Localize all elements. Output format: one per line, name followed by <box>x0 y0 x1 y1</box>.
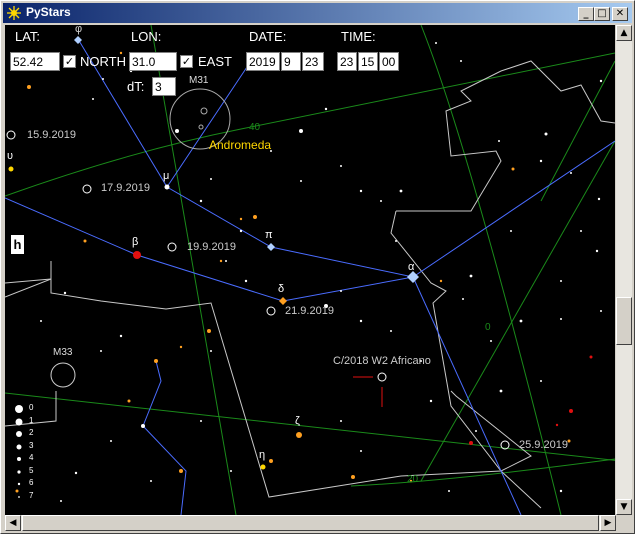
date-month-input[interactable] <box>281 52 301 71</box>
lon-input[interactable] <box>129 52 177 71</box>
m110-marker <box>198 124 204 130</box>
scroll-right-button[interactable]: ▶ <box>600 515 616 531</box>
dt-input[interactable] <box>152 77 176 96</box>
date-label: DATE: <box>249 29 287 44</box>
lat-label: LAT: <box>15 29 41 44</box>
label-alpha: α <box>408 261 415 273</box>
star-delta[interactable] <box>279 297 287 305</box>
grid-label-0: 0 <box>485 322 491 333</box>
h-button[interactable]: h <box>11 235 24 254</box>
label-comet: C/2018 W2 Africano <box>333 355 431 367</box>
north-checkbox[interactable]: ✓ <box>63 55 76 68</box>
date-21-9: 21.9.2019 <box>285 305 334 317</box>
horizontal-scroll-thumb[interactable] <box>22 515 599 531</box>
mag-5: 5 <box>29 466 34 475</box>
red-stars <box>469 355 593 445</box>
time-hour-input[interactable] <box>337 52 357 71</box>
grid-label-20: 20 <box>407 474 419 485</box>
dt-label: dT: <box>127 79 145 94</box>
label-beta: β <box>132 236 139 248</box>
maximize-button[interactable]: □ <box>594 7 610 21</box>
sky-map[interactable]: φ μ β π α δ ζ η υ M31 Andromeda M33 15.9… <box>5 25 615 515</box>
scroll-left-button[interactable]: ◀ <box>5 515 21 531</box>
east-label: EAST <box>198 54 232 69</box>
field-stars <box>20 42 603 502</box>
label-mu: μ <box>163 170 170 182</box>
time-second-input[interactable] <box>379 52 399 71</box>
date-day-input[interactable] <box>302 52 324 71</box>
date-19-9: 19.9.2019 <box>187 241 236 253</box>
mag-4: 4 <box>29 453 34 462</box>
magnitude-legend-dots <box>15 405 23 498</box>
date-year-input[interactable] <box>246 52 280 71</box>
star-pi[interactable] <box>267 243 275 251</box>
mag-6: 6 <box>29 478 34 487</box>
lat-input[interactable] <box>10 52 60 71</box>
star-mu[interactable] <box>164 184 170 190</box>
label-zeta: ζ <box>295 415 300 427</box>
label-upsilon: υ <box>7 150 14 162</box>
label-pi: π <box>265 229 273 241</box>
date-25-9: 25.9.2019 <box>519 439 568 451</box>
date-15-9: 15.9.2019 <box>27 129 76 141</box>
label-phi: φ <box>75 25 83 35</box>
vertical-scroll-thumb[interactable] <box>616 297 632 345</box>
mag-0: 0 <box>29 403 34 412</box>
north-label: NORTH <box>80 54 126 69</box>
east-checkbox[interactable]: ✓ <box>180 55 193 68</box>
close-button[interactable]: ✕ <box>612 7 628 21</box>
time-label: TIME: <box>341 29 376 44</box>
label-delta: δ <box>278 283 285 295</box>
horizontal-scrollbar[interactable]: ◀ ▶ <box>5 515 616 531</box>
pystars-window: PyStars _ □ ✕ φ μ β π α δ ζ η υ M31 Andr… <box>0 0 635 534</box>
scroll-down-button[interactable]: ▼ <box>616 499 632 515</box>
m33-outline[interactable] <box>50 362 76 388</box>
title-bar[interactable]: PyStars _ □ ✕ <box>3 3 632 23</box>
mag-2: 2 <box>29 428 34 437</box>
label-m33: M33 <box>53 347 73 358</box>
lon-label: LON: <box>131 29 162 44</box>
time-minute-input[interactable] <box>358 52 378 71</box>
label-eta: η <box>259 449 266 461</box>
window-title: PyStars <box>26 5 71 19</box>
scrollbar-corner <box>616 515 632 531</box>
label-andromeda: Andromeda <box>209 138 272 152</box>
minimize-button[interactable]: _ <box>578 7 594 21</box>
date-17-9: 17.9.2019 <box>101 182 150 194</box>
star-zeta[interactable] <box>296 432 302 438</box>
vertical-scrollbar[interactable]: ▲ ▼ <box>616 25 632 515</box>
label-m31: M31 <box>189 75 209 86</box>
orange-stars <box>15 51 571 493</box>
grid-label-40: 40 <box>249 122 261 133</box>
star-upsilon[interactable] <box>8 166 14 172</box>
comet-marker[interactable] <box>377 372 387 382</box>
scroll-up-button[interactable]: ▲ <box>616 25 632 41</box>
mag-7: 7 <box>29 491 34 500</box>
mag-1: 1 <box>29 416 34 425</box>
m32-marker <box>200 107 208 115</box>
star-beta[interactable] <box>133 251 141 259</box>
star-eta[interactable] <box>260 464 266 470</box>
mag-3: 3 <box>29 441 34 450</box>
star-app-icon <box>7 6 21 20</box>
